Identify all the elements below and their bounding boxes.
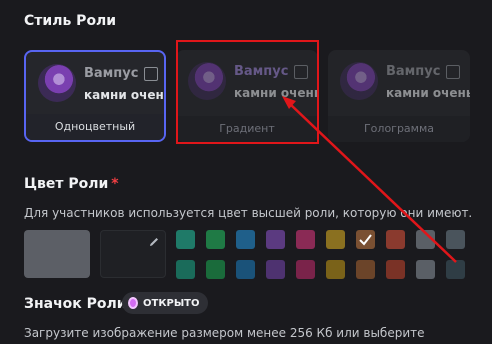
annotation-arrow-icon bbox=[282, 96, 457, 263]
